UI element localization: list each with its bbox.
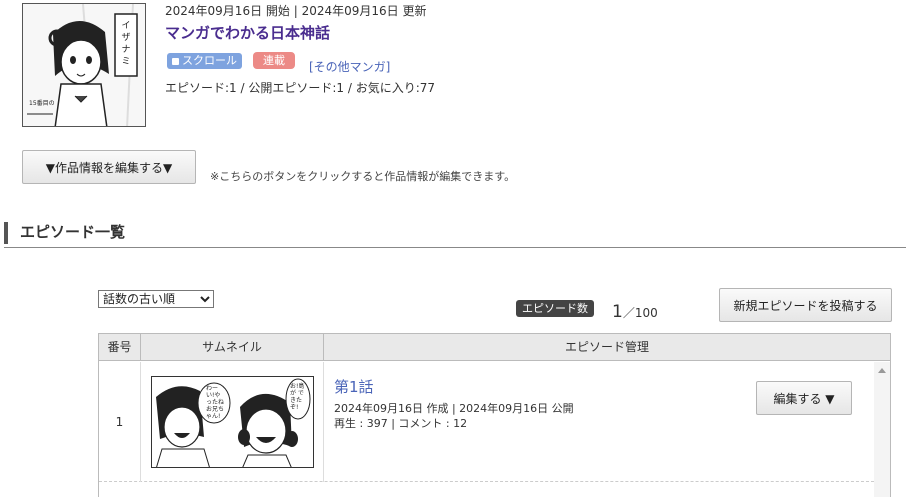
genre-link[interactable]: [その他マンガ] [309, 58, 390, 75]
episode-number: 1 [99, 362, 141, 482]
header-number: 番号 [99, 334, 141, 361]
episode-list-heading: エピソード一覧 [20, 223, 126, 241]
work-thumbnail[interactable]: イザナミ 15番目の [22, 3, 146, 127]
episode-thumbnail[interactable]: わーい!やったね お兄ちゃん! お!島が できたぞ! [151, 376, 314, 468]
episode-stats: 再生 : 397 | コメント : 12 [334, 417, 468, 430]
scroll-up-arrow-icon[interactable] [878, 368, 886, 373]
episode-title-link[interactable]: 第1話 [334, 376, 374, 397]
work-thumbnail-caption: 15番目の [29, 100, 55, 107]
episode-dates: 2024年09月16日 作成 | 2024年09月16日 公開 [334, 402, 574, 415]
work-stats: エピソード:1 / 公開エピソード:1 / お気に入り:77 [165, 81, 436, 95]
book-icon [172, 57, 179, 65]
section-heading-bar [4, 222, 8, 244]
work-thumbnail-label: イザナミ [121, 21, 131, 67]
edit-work-info-button[interactable]: ▼作品情報を編集する▼ [22, 150, 196, 184]
work-title[interactable]: マンガでわかる日本神話 [165, 22, 330, 43]
thumbnail-bubble-right: お!島が できたぞ! [290, 383, 305, 411]
header-thumbnail: サムネイル [141, 334, 324, 361]
sort-order-select[interactable]: 話数の古い順 [98, 290, 214, 308]
table-row: 1 わーい!やったね お兄ちゃん! お!島が できたぞ! 第1話 2024年09… [99, 362, 874, 482]
section-divider [4, 247, 906, 248]
scroll-format-badge: スクロール [167, 53, 242, 69]
edit-episode-button[interactable]: 編集する ▼ [756, 381, 852, 415]
episode-count: 1／100 [612, 302, 658, 322]
table-header: 番号 サムネイル エピソード管理 [99, 334, 890, 361]
episode-count-label: エピソード数 [516, 300, 594, 317]
new-episode-button[interactable]: 新規エピソードを投稿する [719, 288, 892, 322]
work-dates: 2024年09月16日 開始 | 2024年09月16日 更新 [165, 4, 427, 18]
edit-info-note: ※こちらのボタンをクリックすると作品情報が編集できます。 [210, 170, 516, 183]
scroll-format-label: スクロール [182, 54, 237, 67]
table-scrollbar[interactable] [874, 362, 890, 497]
thumbnail-bubble-left: わーい!やったね お兄ちゃん! [206, 385, 225, 420]
episode-count-value: 1 [612, 302, 623, 322]
episode-thumbnail-cell: わーい!やったね お兄ちゃん! お!島が できたぞ! [141, 362, 324, 482]
serial-status-badge: 連載 [253, 52, 295, 69]
episode-table: 番号 サムネイル エピソード管理 1 わーい!やったね お兄ちゃん! お!島が … [98, 333, 891, 497]
episode-count-max: ／100 [622, 306, 658, 320]
header-episode-management: エピソード管理 [564, 340, 649, 354]
